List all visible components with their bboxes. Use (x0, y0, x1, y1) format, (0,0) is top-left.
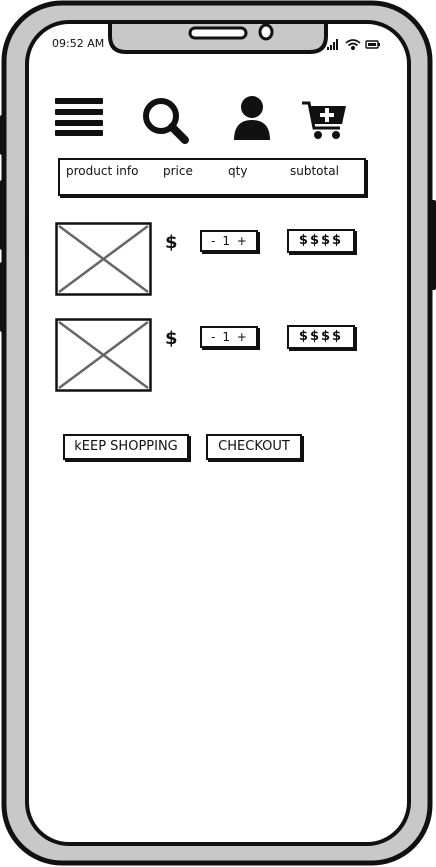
status-time: 09:52 AM (52, 37, 105, 50)
signal-icon (327, 39, 338, 50)
menu-icon[interactable] (55, 98, 105, 138)
search-icon[interactable] (140, 96, 190, 144)
keep-shopping-button[interactable]: kEEP SHOPPING (63, 434, 189, 460)
header-product-info: product info (66, 164, 139, 178)
header-qty: qty (228, 164, 248, 178)
item-subtotal: $$$$ (287, 229, 355, 253)
checkout-button[interactable]: CHECKOUT (206, 434, 302, 460)
header-price: price (163, 164, 193, 178)
cart-item-row: $ - 1 + $$$$ (55, 318, 365, 394)
product-image-placeholder[interactable] (55, 222, 153, 296)
battery-icon (365, 40, 380, 49)
user-icon[interactable] (230, 94, 274, 142)
product-image-placeholder[interactable] (55, 318, 153, 392)
status-icons (325, 36, 385, 51)
item-subtotal: $$$$ (287, 325, 355, 349)
header-subtotal: subtotal (290, 164, 339, 178)
cart-table-header: product info price qty subtotal (58, 158, 366, 196)
item-price: $ (165, 232, 178, 253)
quantity-stepper[interactable]: - 1 + (200, 230, 258, 252)
wifi-icon (345, 39, 361, 51)
cart-add-icon[interactable] (300, 100, 350, 142)
item-price: $ (165, 328, 178, 349)
quantity-stepper[interactable]: - 1 + (200, 326, 258, 348)
cart-item-row: $ - 1 + $$$$ (55, 222, 365, 298)
